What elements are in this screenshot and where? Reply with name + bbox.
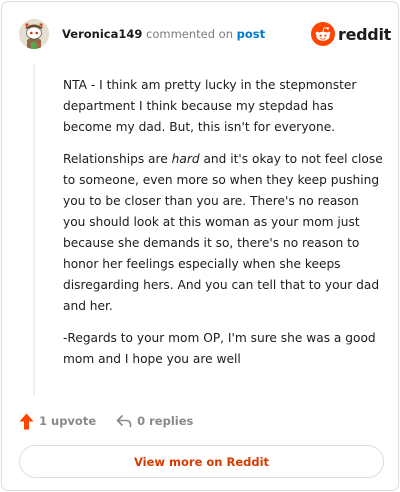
commented-on-text: commented on (146, 27, 234, 41)
upvote-button[interactable]: 1 upvote (19, 413, 96, 430)
comment-paragraph-3: -Regards to your mom OP, I'm sure she wa… (63, 331, 376, 366)
upvote-arrow-icon (19, 413, 34, 429)
replies-count: 0 replies (137, 414, 194, 428)
post-link[interactable]: post (237, 27, 265, 41)
comment-body: NTA - I think am pretty lucky in the ste… (63, 75, 383, 381)
upvote-count: 1 upvote (39, 414, 97, 428)
paragraph-2-start: Relationships are (63, 152, 172, 166)
comment-paragraph-1: NTA - I think am pretty lucky in the ste… (63, 78, 357, 134)
comment-actions: 1 upvote 0 replies (19, 411, 193, 431)
comment-header: Veronica149 commented on post (62, 26, 265, 42)
emphasis-hard: hard (171, 152, 200, 166)
comment-paragraph-2: Relationships are hard and it's okay to … (63, 149, 383, 317)
reddit-wordmark: reddit (338, 24, 391, 44)
thread-line[interactable] (33, 64, 35, 396)
reply-arrow-icon (116, 415, 132, 428)
snoo-avatar-icon (19, 19, 49, 49)
view-more-on-reddit-button[interactable]: View more on Reddit (19, 445, 384, 478)
comment-embed-card: Veronica149 commented on post reddit NTA… (1, 1, 399, 491)
username[interactable]: Veronica149 (62, 27, 142, 41)
paragraph-2-rest: and it's okay to not feel close to someo… (63, 152, 383, 313)
reddit-logo[interactable]: reddit (311, 22, 391, 46)
reply-button[interactable]: 0 replies (116, 414, 193, 428)
reddit-snoo-icon (311, 22, 335, 46)
user-avatar[interactable] (19, 19, 49, 49)
